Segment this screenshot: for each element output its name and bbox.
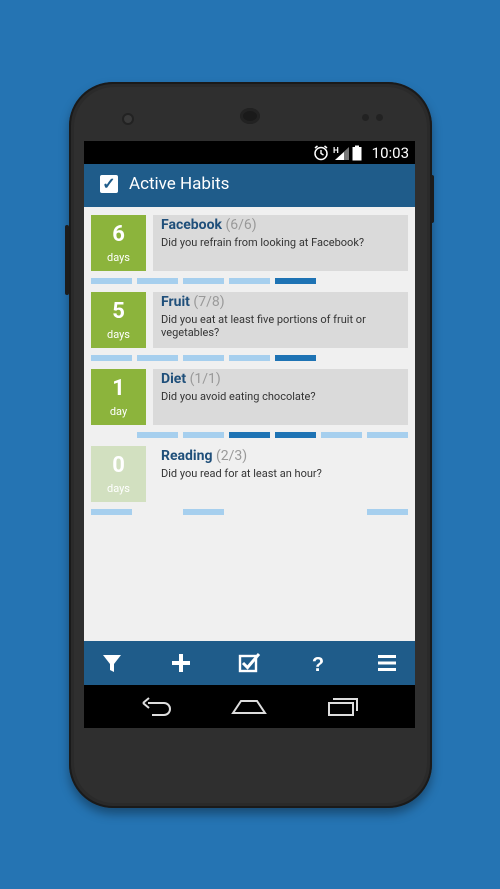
habit-question: Did you eat at least five portions of fr… — [161, 313, 366, 339]
habit-card-facebook[interactable]: 6 days Facebook (6/6) Did you refrain fr… — [91, 215, 408, 271]
help-icon: ? — [312, 654, 324, 676]
habit-name-line: Reading (2/3) — [161, 448, 247, 464]
home-icon[interactable] — [229, 695, 269, 719]
status-icons: H — [314, 145, 362, 161]
streak-count: 0 — [112, 453, 125, 478]
habit-card-reading[interactable]: 0 days Reading (2/3) Did you read for at… — [91, 446, 408, 502]
habit-info: Diet (1/1) Did you avoid eating chocolat… — [153, 369, 408, 425]
habit-question: Did you read for at least an hour? — [161, 467, 322, 480]
recents-icon[interactable] — [323, 695, 363, 719]
history-segment — [229, 355, 270, 361]
filter-icon — [103, 655, 121, 672]
habit-name: Diet — [161, 371, 187, 387]
habit-card-fruit[interactable]: 5 days Fruit (7/8) Did you eat at least … — [91, 292, 408, 348]
streak-count: 5 — [112, 299, 125, 324]
history-segment — [229, 278, 270, 284]
help-button[interactable]: ? — [295, 641, 341, 685]
history-segment — [91, 355, 132, 361]
proximity-sensor — [362, 114, 369, 121]
habit-name: Facebook — [161, 217, 222, 233]
habit-progress: (7/8) — [193, 294, 225, 310]
svg-text:H: H — [333, 146, 339, 155]
habit-progress: (1/1) — [189, 371, 221, 387]
habit-info: Reading (2/3) Did you read for at least … — [153, 446, 408, 502]
front-camera — [124, 115, 132, 123]
streak-unit: day — [109, 405, 128, 418]
light-sensor — [376, 114, 383, 121]
volume-button — [65, 225, 69, 295]
history-segment — [229, 432, 270, 438]
history-segment — [183, 432, 224, 438]
svg-text:?: ? — [312, 654, 324, 676]
streak-box: 5 days — [91, 292, 146, 348]
menu-icon — [378, 655, 396, 671]
battery-icon — [352, 145, 362, 161]
speaker-grille — [240, 108, 260, 124]
history-segment — [183, 355, 224, 361]
plus-icon — [172, 654, 190, 672]
history-segment — [91, 278, 132, 284]
history-segment — [183, 278, 224, 284]
alarm-icon — [314, 145, 328, 161]
filter-button[interactable] — [89, 641, 135, 685]
streak-box: 6 days — [91, 215, 146, 271]
habit-question: Did you avoid eating chocolate? — [161, 390, 316, 403]
add-habit-button[interactable] — [158, 641, 204, 685]
back-icon[interactable] — [138, 695, 178, 719]
history-segment — [137, 278, 178, 284]
streak-count: 1 — [112, 376, 125, 401]
habit-card-diet[interactable]: 1 day Diet (1/1) Did you avoid eating ch… — [91, 369, 408, 425]
history-segment-current — [275, 355, 316, 361]
streak-unit: days — [107, 251, 130, 264]
habit-name-line: Fruit (7/8) — [161, 294, 225, 310]
habit-progress: (2/3) — [215, 448, 248, 464]
habit-list: 6 days Facebook (6/6) Did you refrain fr… — [84, 207, 415, 641]
checklist-icon — [238, 653, 261, 673]
history-segment — [91, 509, 132, 515]
menu-button[interactable] — [364, 641, 410, 685]
habit-name-line: Facebook (6/6) — [161, 217, 257, 233]
streak-unit: days — [107, 328, 130, 341]
habit-question: Did you refrain from looking at Facebook… — [161, 236, 365, 249]
history-segment — [321, 432, 362, 438]
streak-box: 1 day — [91, 369, 146, 425]
status-bar: H 10:03 — [84, 141, 415, 164]
habit-info: Fruit (7/8) Did you eat at least five po… — [153, 292, 408, 348]
clock: 10:03 — [371, 144, 409, 162]
page-title: Active Habits — [129, 174, 230, 194]
history-segment — [137, 355, 178, 361]
history-segment-current — [275, 278, 316, 284]
power-button — [430, 175, 434, 223]
habit-progress: (6/6) — [225, 217, 257, 233]
history-segment-current — [275, 432, 316, 438]
history-segment — [367, 432, 408, 438]
bottom-toolbar: ? — [84, 641, 415, 685]
history-segment — [367, 509, 408, 515]
history-segment — [137, 432, 178, 438]
system-navigation-bar — [84, 685, 415, 728]
streak-unit: days — [107, 482, 130, 495]
streak-count: 6 — [112, 222, 125, 247]
checkbox-icon: ✓ — [100, 175, 118, 193]
signal-icon: H — [333, 146, 349, 160]
habit-info: Facebook (6/6) Did you refrain from look… — [153, 215, 408, 271]
habit-name-line: Diet (1/1) — [161, 371, 221, 387]
history-segment — [183, 509, 224, 515]
app-bar: ✓ Active Habits — [84, 164, 415, 207]
habit-name: Reading — [161, 448, 213, 464]
check-in-button[interactable] — [226, 641, 272, 685]
habit-name: Fruit — [161, 294, 190, 310]
streak-box: 0 days — [91, 446, 146, 502]
screen: H 10:03 ✓ Active Habits 6 days Facebook — [84, 141, 415, 728]
